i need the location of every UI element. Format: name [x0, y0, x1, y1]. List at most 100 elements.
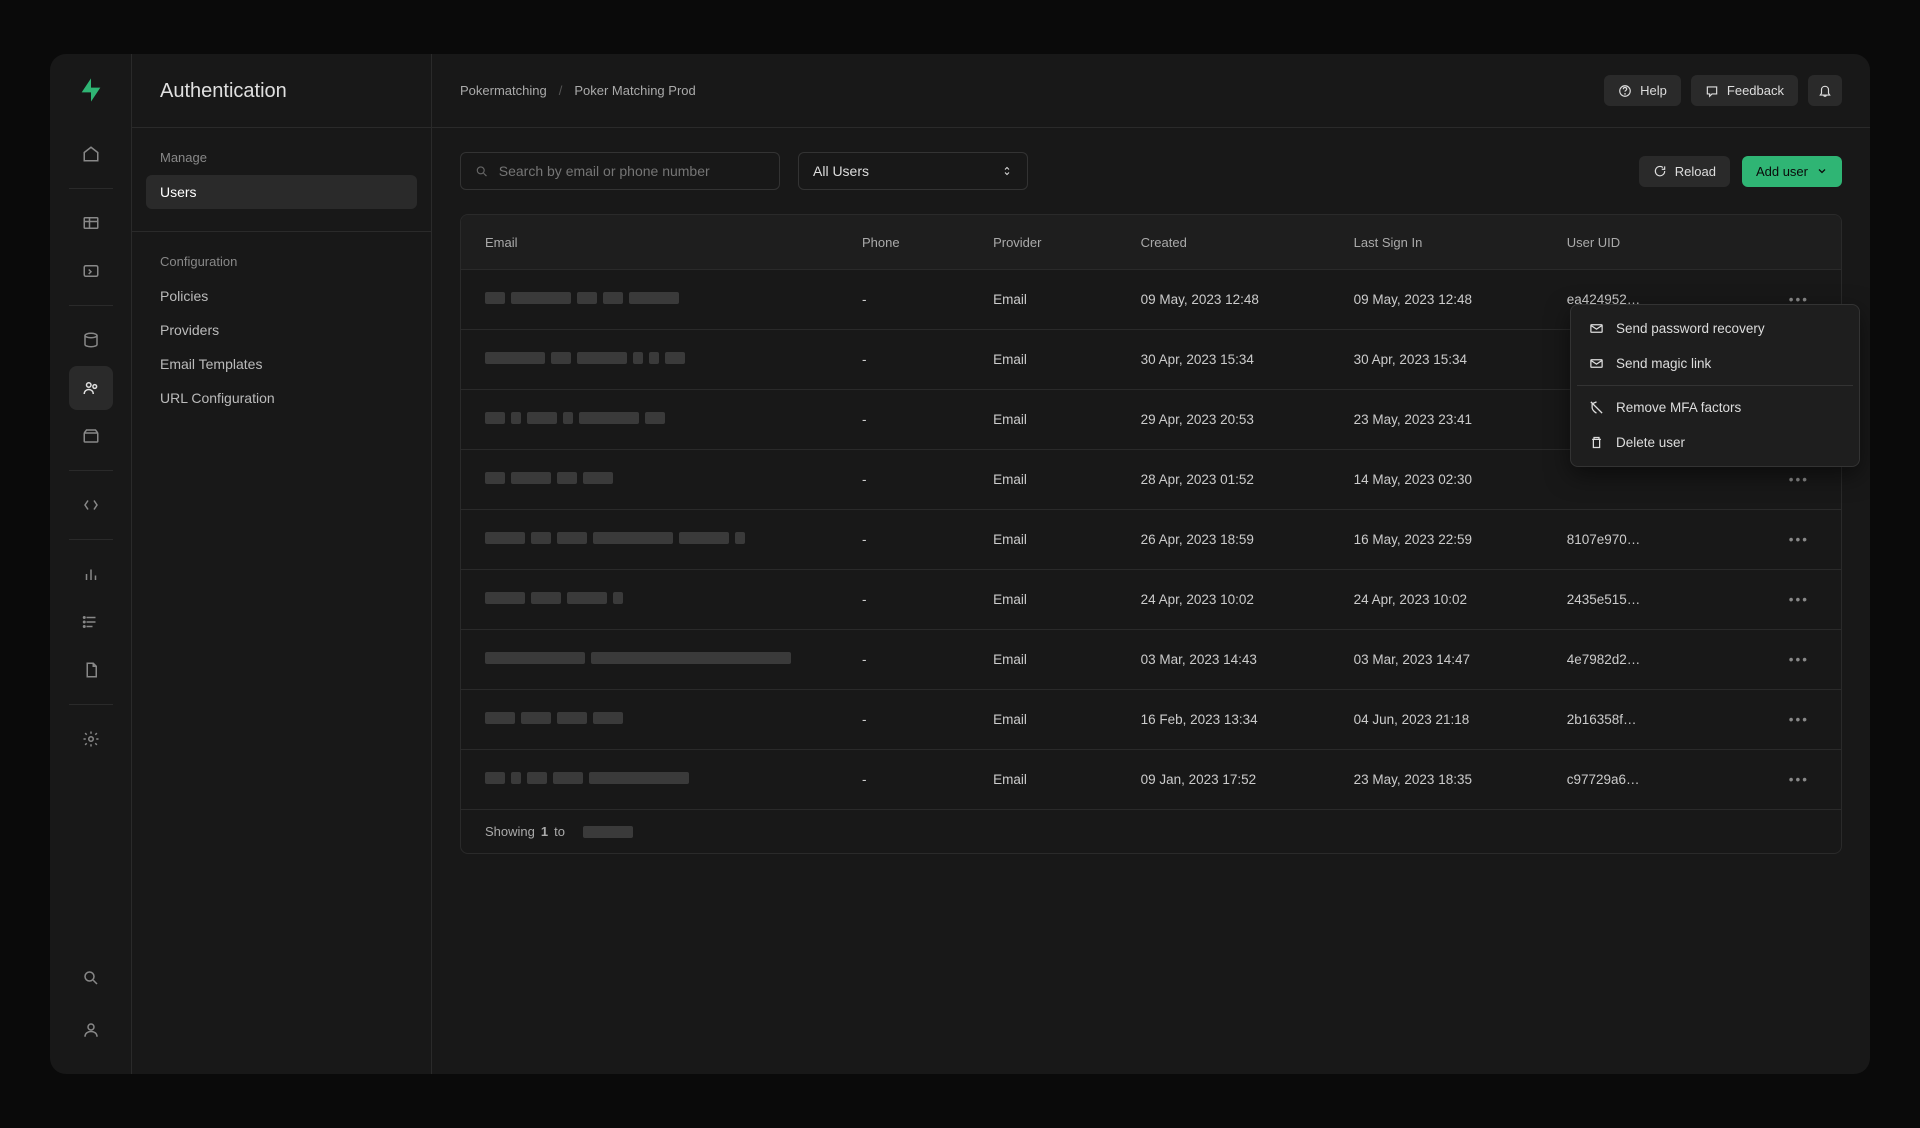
table-row[interactable]: -Email26 Apr, 2023 18:5916 May, 2023 22:… [461, 509, 1841, 569]
cell-created: 24 Apr, 2023 10:02 [1141, 592, 1354, 607]
mail-icon [1589, 321, 1604, 336]
cell-provider: Email [993, 472, 1141, 487]
row-actions-button[interactable]: ••• [1781, 468, 1817, 491]
logo-icon [77, 76, 105, 104]
notifications-button[interactable] [1808, 75, 1842, 106]
rail-settings[interactable] [69, 717, 113, 761]
cell-email [485, 412, 862, 427]
cell-email [485, 352, 862, 367]
breadcrumb-sep-icon: / [559, 83, 563, 98]
cell-email [485, 772, 862, 787]
help-icon [1618, 84, 1632, 98]
sidebar-section-config: Configuration [146, 254, 417, 279]
filter-select[interactable]: All Users [798, 152, 1028, 190]
rail-search[interactable] [69, 956, 113, 1000]
cell-last_sign_in: 30 Apr, 2023 15:34 [1354, 352, 1567, 367]
page-title: Authentication [132, 80, 431, 128]
sidebar-item-users[interactable]: Users [146, 175, 417, 209]
row-actions-button[interactable]: ••• [1781, 648, 1817, 671]
sidebar-item-url-config[interactable]: URL Configuration [146, 381, 417, 415]
feedback-button[interactable]: Feedback [1691, 75, 1798, 106]
rail-database[interactable] [69, 318, 113, 362]
bell-icon [1818, 84, 1832, 98]
cell-last_sign_in: 09 May, 2023 12:48 [1354, 292, 1567, 307]
row-actions-button[interactable]: ••• [1781, 768, 1817, 791]
sidebar-item-policies[interactable]: Policies [146, 279, 417, 313]
chevron-down-icon [1816, 165, 1828, 177]
cell-email [485, 292, 862, 307]
cell-phone: - [862, 712, 993, 727]
main: Pokermatching / Poker Matching Prod Help… [432, 54, 1870, 1074]
row-context-menu: Send password recovery Send magic link R… [1570, 304, 1860, 467]
rail-auth[interactable] [69, 366, 113, 410]
cell-created: 30 Apr, 2023 15:34 [1141, 352, 1354, 367]
cell-last_sign_in: 24 Apr, 2023 10:02 [1354, 592, 1567, 607]
cell-uid: 8107e970… [1567, 532, 1747, 547]
rail-logs[interactable] [69, 600, 113, 644]
cell-provider: Email [993, 592, 1141, 607]
menu-send-recovery[interactable]: Send password recovery [1577, 311, 1853, 346]
cell-email [485, 472, 862, 487]
cell-created: 29 Apr, 2023 20:53 [1141, 412, 1354, 427]
cell-email [485, 532, 862, 547]
col-last-sign-in: Last Sign In [1354, 235, 1567, 250]
topbar: Pokermatching / Poker Matching Prod Help… [432, 54, 1870, 128]
sidebar-section-manage: Manage [146, 150, 417, 175]
search-box[interactable] [460, 152, 780, 190]
sidebar: Authentication Manage Users Configuratio… [132, 54, 432, 1074]
menu-remove-mfa[interactable]: Remove MFA factors [1577, 390, 1853, 425]
row-actions-button[interactable]: ••• [1781, 528, 1817, 551]
cell-email [485, 592, 862, 607]
table-footer: Showing 1 to [461, 809, 1841, 853]
reload-button[interactable]: Reload [1639, 156, 1730, 187]
rail-sql[interactable] [69, 249, 113, 293]
cell-uid: c97729a6… [1567, 772, 1747, 787]
cell-uid: 2435e515… [1567, 592, 1747, 607]
table-row[interactable]: -Email03 Mar, 2023 14:4303 Mar, 2023 14:… [461, 629, 1841, 689]
table-row[interactable]: -Email16 Feb, 2023 13:3404 Jun, 2023 21:… [461, 689, 1841, 749]
table-row[interactable]: -Email09 Jan, 2023 17:5223 May, 2023 18:… [461, 749, 1841, 809]
cell-uid: 4e7982d2… [1567, 652, 1747, 667]
sidebar-item-providers[interactable]: Providers [146, 313, 417, 347]
cell-provider: Email [993, 532, 1141, 547]
cell-phone: - [862, 472, 993, 487]
shield-off-icon [1589, 400, 1604, 415]
cell-provider: Email [993, 712, 1141, 727]
cell-phone: - [862, 532, 993, 547]
help-button[interactable]: Help [1604, 75, 1681, 106]
rail-user[interactable] [69, 1008, 113, 1052]
cell-phone: - [862, 352, 993, 367]
add-user-button[interactable]: Add user [1742, 156, 1842, 187]
cell-phone: - [862, 592, 993, 607]
cell-created: 16 Feb, 2023 13:34 [1141, 712, 1354, 727]
chevron-updown-icon [1001, 165, 1013, 177]
search-input[interactable] [499, 163, 765, 179]
cell-last_sign_in: 14 May, 2023 02:30 [1354, 472, 1567, 487]
breadcrumb-org[interactable]: Pokermatching [460, 83, 547, 98]
row-actions-button[interactable]: ••• [1781, 588, 1817, 611]
trash-icon [1589, 435, 1604, 450]
col-created: Created [1141, 235, 1354, 250]
rail-storage[interactable] [69, 414, 113, 458]
sidebar-item-email-templates[interactable]: Email Templates [146, 347, 417, 381]
col-provider: Provider [993, 235, 1141, 250]
rail-reports[interactable] [69, 552, 113, 596]
row-actions-button[interactable]: ••• [1781, 708, 1817, 731]
app-shell: Authentication Manage Users Configuratio… [50, 54, 1870, 1074]
table-row[interactable]: -Email24 Apr, 2023 10:0224 Apr, 2023 10:… [461, 569, 1841, 629]
cell-phone: - [862, 772, 993, 787]
cell-last_sign_in: 23 May, 2023 23:41 [1354, 412, 1567, 427]
menu-delete-user[interactable]: Delete user [1577, 425, 1853, 460]
rail-table[interactable] [69, 201, 113, 245]
breadcrumb-project[interactable]: Poker Matching Prod [574, 83, 695, 98]
redacted-text [583, 826, 633, 838]
menu-send-magic[interactable]: Send magic link [1577, 346, 1853, 381]
rail-docs[interactable] [69, 648, 113, 692]
rail-functions[interactable] [69, 483, 113, 527]
rail-home[interactable] [69, 132, 113, 176]
reload-icon [1653, 164, 1667, 178]
cell-created: 09 May, 2023 12:48 [1141, 292, 1354, 307]
cell-last_sign_in: 04 Jun, 2023 21:18 [1354, 712, 1567, 727]
cell-phone: - [862, 292, 993, 307]
cell-last_sign_in: 03 Mar, 2023 14:47 [1354, 652, 1567, 667]
